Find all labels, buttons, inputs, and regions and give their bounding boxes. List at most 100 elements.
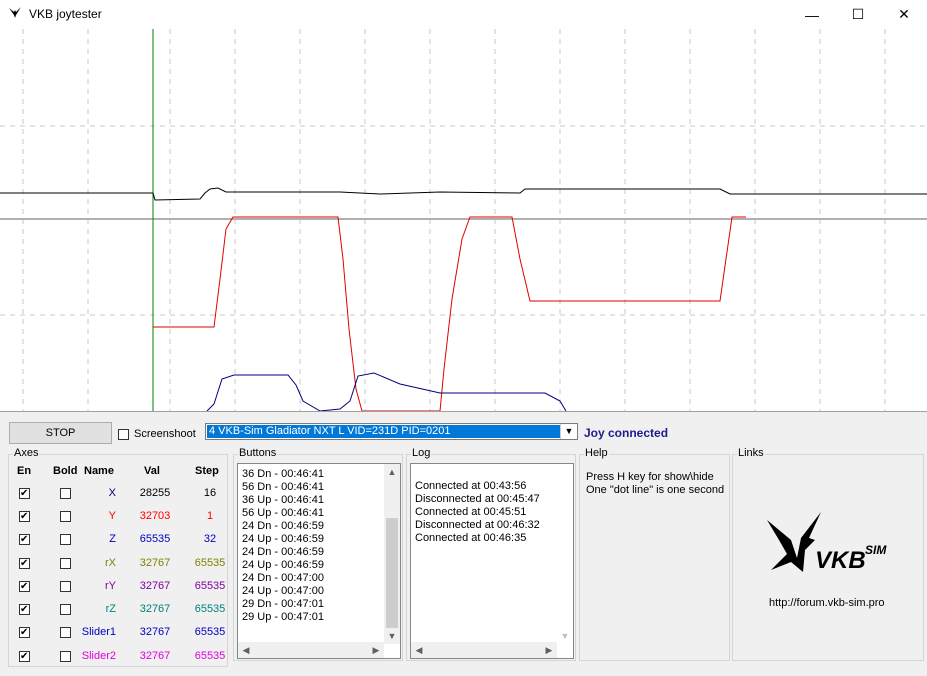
axis-value: 32703 (139, 510, 171, 522)
screenshoot-checkbox[interactable] (118, 429, 129, 440)
connection-status: Joy connected (584, 426, 669, 440)
enable-checkbox[interactable] (19, 488, 30, 499)
enable-checkbox[interactable] (19, 558, 30, 569)
list-item: 24 Up - 00:46:59 (242, 533, 324, 545)
series-x-trace (0, 187, 927, 201)
title-bar: VKB joytester — ☐ ✕ (0, 0, 927, 29)
log-vertical-scrollbar[interactable]: ▼ (557, 464, 573, 644)
axis-value: 32767 (139, 603, 171, 615)
buttons-horizontal-scrollbar[interactable]: ◀ ▶ (238, 642, 384, 658)
stop-button[interactable]: STOP (9, 422, 112, 444)
enable-checkbox[interactable] (19, 651, 30, 662)
list-item: 36 Up - 00:46:41 (242, 494, 324, 506)
scroll-down-icon[interactable]: ▼ (384, 628, 400, 644)
enable-checkbox[interactable] (19, 511, 30, 522)
axis-value: 32767 (139, 557, 171, 569)
axis-name: rY (105, 580, 116, 592)
bold-checkbox[interactable] (60, 604, 71, 615)
help-group-label: Help (584, 447, 609, 459)
axes-group-label: Axes (13, 447, 40, 459)
log-group-label: Log (411, 447, 432, 459)
log-horizontal-scrollbar[interactable]: ◀ ▶ (411, 642, 557, 658)
screenshoot-label: Screenshoot (134, 428, 196, 440)
list-item: 24 Dn - 00:46:59 (242, 520, 324, 532)
help-line-2: One "dot line" is one second (586, 484, 725, 496)
axis-step: 65535 (194, 580, 226, 592)
axis-row-slider2: Slider2 32767 65535 (9, 648, 229, 668)
bold-checkbox[interactable] (60, 511, 71, 522)
axis-step: 16 (203, 487, 217, 499)
axis-value: 32767 (139, 626, 171, 638)
scroll-down-icon[interactable]: ▼ (557, 628, 573, 644)
vkbsim-logo-icon: VKB SIM (767, 512, 887, 574)
enable-checkbox[interactable] (19, 534, 30, 545)
maximize-icon: ☐ (851, 6, 865, 22)
axis-name: Slider2 (81, 650, 116, 662)
axis-row-rz: rZ 32767 65535 (9, 601, 229, 621)
maximize-button[interactable]: ☐ (835, 0, 881, 29)
axis-step: 65535 (194, 603, 226, 615)
enable-checkbox[interactable] (19, 604, 30, 615)
axis-row-x: X 28255 16 (9, 485, 229, 505)
list-item: 24 Up - 00:46:59 (242, 559, 324, 571)
close-icon: ✕ (898, 6, 910, 22)
bold-checkbox[interactable] (60, 534, 71, 545)
forum-link[interactable]: http://forum.vkb-sim.pro (769, 597, 885, 609)
list-item: 24 Dn - 00:46:59 (242, 546, 324, 558)
buttons-group: Buttons 36 Dn - 00:46:41 56 Dn - 00:46:4… (233, 447, 403, 661)
scroll-up-icon[interactable]: ▲ (384, 464, 400, 480)
axis-name: Slider1 (81, 626, 116, 638)
enable-checkbox[interactable] (19, 581, 30, 592)
header-en: En (17, 465, 32, 477)
axis-row-ry: rY 32767 65535 (9, 578, 229, 598)
minimize-icon: — (805, 6, 819, 23)
window-title: VKB joytester (29, 7, 102, 21)
header-step: Step (195, 465, 219, 477)
enable-checkbox[interactable] (19, 627, 30, 638)
axis-row-y: Y 32703 1 (9, 508, 229, 528)
axis-name: Y (108, 510, 116, 522)
buttons-group-label: Buttons (238, 447, 278, 459)
chevron-down-icon[interactable]: ▼ (560, 424, 577, 439)
list-item: 29 Up - 00:47:01 (242, 611, 324, 623)
help-line-1: Press H key for show\hide (586, 471, 714, 483)
log-list[interactable]: Connected at 00:43:56 Disconnected at 00… (410, 463, 574, 659)
scroll-right-icon[interactable]: ▶ (541, 642, 557, 658)
bold-checkbox[interactable] (60, 488, 71, 499)
close-button[interactable]: ✕ (881, 0, 927, 29)
list-item: 56 Up - 00:46:41 (242, 507, 324, 519)
scroll-left-icon[interactable]: ◀ (411, 642, 427, 658)
list-item: 56 Dn - 00:46:41 (242, 481, 324, 493)
buttons-vertical-scrollbar[interactable]: ▲ ▼ (384, 464, 400, 644)
bold-checkbox[interactable] (60, 627, 71, 638)
list-item: Connected at 00:46:35 (415, 532, 527, 544)
header-val: Val (144, 465, 160, 477)
control-panel: STOP Screenshoot 4 VKB-Sim Gladiator NXT… (0, 411, 927, 676)
bold-checkbox[interactable] (60, 651, 71, 662)
axis-value: 28255 (139, 487, 171, 499)
bold-checkbox[interactable] (60, 558, 71, 569)
axis-value: 32767 (139, 650, 171, 662)
log-group: Log Connected at 00:43:56 Disconnected a… (406, 447, 576, 661)
scroll-left-icon[interactable]: ◀ (238, 642, 254, 658)
device-selected-value: 4 VKB-Sim Gladiator NXT L VID=231D PID=0… (207, 425, 560, 438)
app-logo-icon (9, 7, 21, 18)
links-group-label: Links (737, 447, 765, 459)
bold-checkbox[interactable] (60, 581, 71, 592)
axis-name: rX (105, 557, 116, 569)
svg-text:VKB: VKB (815, 547, 866, 574)
help-group: Help Press H key for show\hide One "dot … (579, 447, 730, 661)
axis-step: 65535 (194, 557, 226, 569)
buttons-list[interactable]: 36 Dn - 00:46:41 56 Dn - 00:46:41 36 Up … (237, 463, 401, 659)
list-item: Connected at 00:45:51 (415, 506, 527, 518)
device-select[interactable]: 4 VKB-Sim Gladiator NXT L VID=231D PID=0… (205, 423, 578, 440)
scroll-right-icon[interactable]: ▶ (368, 642, 384, 658)
log-list-lines: Connected at 00:43:56 Disconnected at 00… (411, 464, 573, 545)
axes-group: Axes En Bold Name Val Step X 28255 16 Y … (8, 447, 229, 668)
axis-value: 65535 (139, 533, 171, 545)
minimize-button[interactable]: — (789, 0, 835, 29)
axis-step: 65535 (194, 650, 226, 662)
axes-graph (0, 29, 927, 412)
scroll-thumb[interactable] (386, 518, 398, 628)
graph-canvas (0, 29, 927, 412)
